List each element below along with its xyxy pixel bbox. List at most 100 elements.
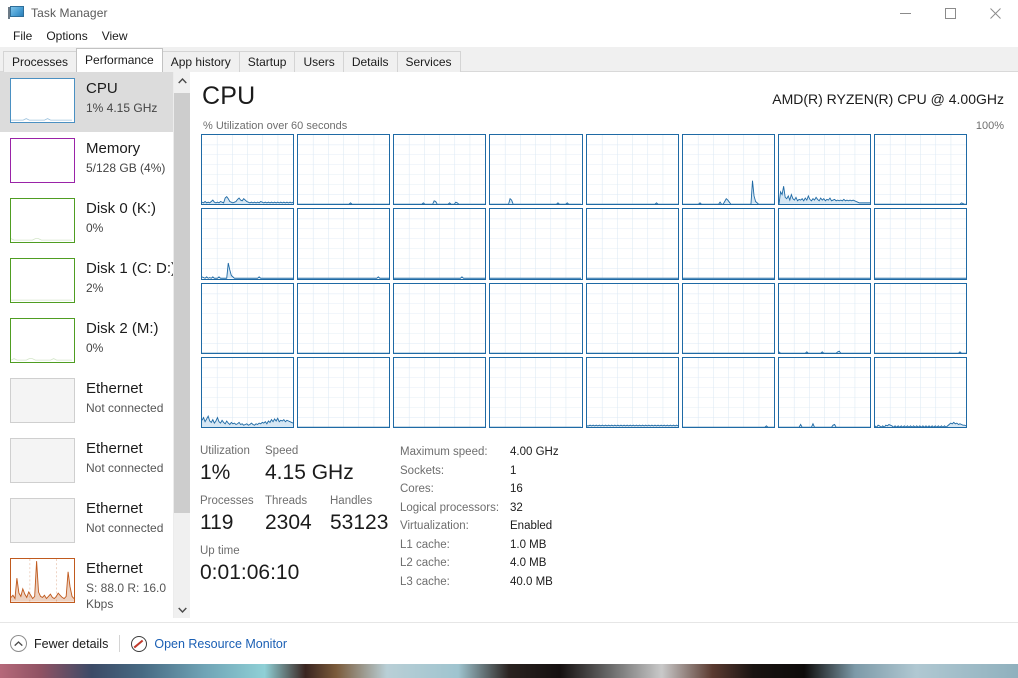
- content-area: CPU 1% 4.15 GHz Memory 5/128 GB (4%) Disk 0 …: [0, 72, 1018, 618]
- cpu-core-graph: [393, 283, 486, 354]
- tab-processes[interactable]: Processes: [3, 51, 77, 72]
- sidebar-item-ethernet[interactable]: Ethernet S: 88.0 R: 16.0 Kbps: [0, 552, 190, 612]
- sidebar-item-subtitle: 0%: [86, 220, 156, 236]
- sidebar-item-subtitle: Not connected: [86, 520, 163, 536]
- spec-row: Maximum speed: 4.00 GHz: [400, 443, 700, 462]
- tab-performance[interactable]: Performance: [76, 48, 163, 72]
- cpu-core-graph: [874, 283, 967, 354]
- cpu-spec-table: Maximum speed: 4.00 GHz Sockets: 1 Cores: 16 L…: [400, 443, 700, 591]
- scroll-up-icon[interactable]: [174, 72, 190, 89]
- menu-bar: File Options View: [0, 26, 1018, 47]
- sidebar-item-ethernet[interactable]: Ethernet Not connected: [0, 432, 190, 492]
- sidebar-item-memory[interactable]: Memory 5/128 GB (4%): [0, 132, 190, 192]
- cpu-core-graph: [393, 357, 486, 428]
- cpu-core-graph: [201, 208, 294, 279]
- cpu-core-graph: [297, 208, 390, 279]
- cpu-core-graph: [489, 283, 582, 354]
- sidebar-scroll-thumb[interactable]: [174, 93, 190, 513]
- handles-label: Handles: [330, 493, 388, 509]
- menu-item-view[interactable]: View: [95, 27, 135, 46]
- sidebar-thumbnail: [10, 318, 75, 363]
- spec-value: 4.0 MB: [510, 554, 546, 573]
- utilization-label: Utilization: [200, 443, 265, 459]
- tab-startup[interactable]: Startup: [239, 51, 296, 72]
- cpu-core-graph: [874, 134, 967, 205]
- sidebar-item-disk-1-c-d[interactable]: Disk 1 (C: D:) 2%: [0, 252, 190, 312]
- cpu-core-graph: [874, 357, 967, 428]
- spec-row: L2 cache: 4.0 MB: [400, 554, 700, 573]
- spec-row: Logical processors: 32: [400, 499, 700, 518]
- menu-item-file[interactable]: File: [6, 27, 39, 46]
- cpu-core-graph: [393, 134, 486, 205]
- fewer-details-button[interactable]: Fewer details: [34, 637, 108, 651]
- spec-row: Sockets: 1: [400, 462, 700, 481]
- page-title: CPU: [202, 82, 255, 111]
- cpu-core-graph: [393, 208, 486, 279]
- sidebar-item-title: CPU: [86, 79, 157, 98]
- cpu-core-graph: [778, 208, 871, 279]
- speed-value: 4.15 GHz: [265, 459, 354, 487]
- tab-services[interactable]: Services: [397, 51, 461, 72]
- footer-bar: Fewer details Open Resource Monitor: [0, 622, 1018, 664]
- window-title: Task Manager: [31, 6, 108, 20]
- chevron-up-icon[interactable]: [10, 635, 27, 652]
- sidebar-thumbnail: [10, 138, 75, 183]
- sidebar-item-subtitle: Not connected: [86, 460, 163, 476]
- sidebar-item-disk-2-m[interactable]: Disk 2 (M:) 0%: [0, 312, 190, 372]
- minimize-button[interactable]: [883, 0, 928, 26]
- close-button[interactable]: [973, 0, 1018, 26]
- spec-value: 1.0 MB: [510, 536, 546, 555]
- utilization-value: 1%: [200, 459, 265, 487]
- speed-label: Speed: [265, 443, 354, 459]
- sidebar-item-disk-0-k[interactable]: Disk 0 (K:) 0%: [0, 192, 190, 252]
- sidebar-scrollbar[interactable]: [173, 72, 190, 618]
- task-manager-icon: [8, 6, 24, 20]
- cpu-core-graph: [297, 283, 390, 354]
- spec-key: Maximum speed:: [400, 443, 510, 462]
- processes-value: 119: [200, 509, 265, 537]
- sidebar-thumbnail: [10, 558, 75, 603]
- sidebar-item-title: Ethernet: [86, 439, 163, 458]
- sidebar-item-title: Memory: [86, 139, 165, 158]
- cpu-core-graph: [201, 357, 294, 428]
- sidebar-item-ethernet[interactable]: Ethernet Not connected: [0, 492, 190, 552]
- cpu-core-graph: [489, 208, 582, 279]
- logical-processor-graph-grid: [201, 134, 967, 428]
- spec-key: Virtualization:: [400, 517, 510, 536]
- sidebar-item-subtitle: Not connected: [86, 400, 163, 416]
- task-manager-window: Task Manager File Options View Processes…: [0, 0, 1018, 664]
- processes-label: Processes: [200, 493, 265, 509]
- sidebar-item-title: Disk 0 (K:): [86, 199, 156, 218]
- sidebar-item-subtitle: 1% 4.15 GHz: [86, 100, 157, 116]
- scroll-down-icon[interactable]: [174, 601, 190, 618]
- tab-users[interactable]: Users: [294, 51, 343, 72]
- sidebar-item-title: Ethernet: [86, 499, 163, 518]
- sidebar-thumbnail: [10, 498, 75, 543]
- cpu-core-graph: [489, 134, 582, 205]
- tab-details[interactable]: Details: [343, 51, 398, 72]
- cpu-core-graph: [778, 283, 871, 354]
- spec-value: 16: [510, 480, 523, 499]
- spec-key: Cores:: [400, 480, 510, 499]
- maximize-button[interactable]: [928, 0, 973, 26]
- spec-value: 1: [510, 462, 516, 481]
- spec-row: Virtualization: Enabled: [400, 517, 700, 536]
- sidebar-item-cpu[interactable]: CPU 1% 4.15 GHz: [0, 72, 190, 132]
- spec-key: L1 cache:: [400, 536, 510, 555]
- menu-item-options[interactable]: Options: [39, 27, 94, 46]
- sidebar-item-subtitle: 0%: [86, 340, 159, 356]
- spec-key: L3 cache:: [400, 573, 510, 592]
- sidebar-item-subtitle: 2%: [86, 280, 176, 296]
- cpu-core-graph: [489, 357, 582, 428]
- threads-label: Threads: [265, 493, 330, 509]
- spec-key: Logical processors:: [400, 499, 510, 518]
- sidebar-thumbnail: [10, 78, 75, 123]
- sidebar-item-subtitle: 5/128 GB (4%): [86, 160, 165, 176]
- spec-row: Cores: 16: [400, 480, 700, 499]
- spec-value: 32: [510, 499, 523, 518]
- title-bar: Task Manager: [0, 0, 1018, 26]
- tab-app-history[interactable]: App history: [162, 51, 240, 72]
- spec-value: 4.00 GHz: [510, 443, 559, 462]
- open-resource-monitor-link[interactable]: Open Resource Monitor: [154, 637, 287, 651]
- sidebar-item-ethernet[interactable]: Ethernet Not connected: [0, 372, 190, 432]
